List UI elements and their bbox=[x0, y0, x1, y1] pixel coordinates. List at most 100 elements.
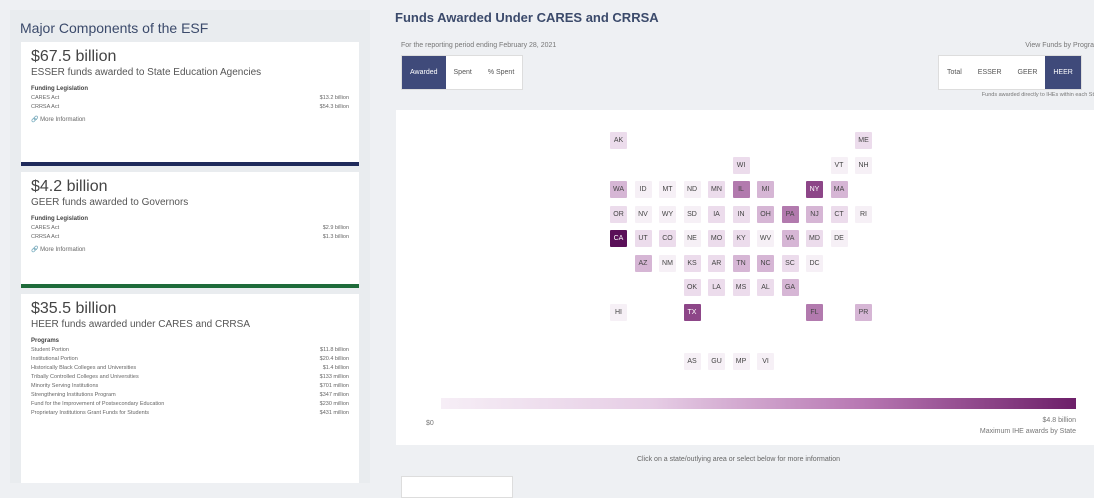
state-tile-mi[interactable]: MI bbox=[757, 181, 774, 198]
state-tile-gu[interactable]: GU bbox=[708, 352, 725, 370]
state-tile-al[interactable]: AL bbox=[757, 279, 774, 296]
fund-amount: $35.5 billion bbox=[31, 300, 117, 317]
tab-esser[interactable]: ESSER bbox=[970, 56, 1010, 89]
funding-value: $230 million bbox=[319, 401, 349, 407]
tab-spent[interactable]: % Spent bbox=[480, 56, 522, 89]
state-tile-fl[interactable]: FL bbox=[806, 303, 823, 321]
state-tile-wi[interactable]: WI bbox=[732, 156, 750, 174]
state-tile-mp[interactable]: MP bbox=[732, 352, 750, 370]
state-tile-vi[interactable]: VI bbox=[757, 352, 774, 370]
state-tile-tx[interactable]: TX bbox=[683, 303, 701, 321]
state-tile-ak[interactable]: AK bbox=[610, 132, 627, 149]
state-tile-nm[interactable]: NM bbox=[659, 254, 676, 272]
tab-heer[interactable]: HEER bbox=[1045, 56, 1081, 89]
more-info-link[interactable]: 🔗 More Information bbox=[31, 246, 349, 253]
section-heading: Programs bbox=[31, 338, 60, 344]
state-tile-tn[interactable]: TN bbox=[732, 254, 750, 272]
state-select[interactable] bbox=[401, 476, 513, 498]
funding-value: $1.4 billion bbox=[322, 365, 349, 371]
legend-gradient bbox=[441, 398, 1076, 409]
funding-value: $701 million bbox=[319, 383, 349, 389]
state-tile-il[interactable]: IL bbox=[732, 181, 750, 198]
map-instruction: Click on a state/outlying area or select… bbox=[636, 456, 841, 463]
state-tile-ny[interactable]: NY bbox=[806, 181, 823, 198]
components-panel: Major Components of the ESF $67.5 billio… bbox=[10, 10, 370, 483]
tab-geer[interactable]: GEER bbox=[1010, 56, 1046, 89]
state-tile-nd[interactable]: ND bbox=[683, 181, 701, 198]
fund-description: GEER funds awarded to Governors bbox=[31, 197, 189, 208]
measure-toggle: Awarded Spent% Spent bbox=[401, 55, 524, 90]
funding-value: $20.4 billion bbox=[319, 356, 349, 362]
funding-label: CRRSA Act bbox=[31, 234, 60, 240]
state-tile-ia[interactable]: IA bbox=[708, 205, 725, 223]
tab-awarded[interactable]: Awarded bbox=[402, 56, 446, 89]
state-tile-wy[interactable]: WY bbox=[659, 205, 676, 223]
state-tile-ms[interactable]: MS bbox=[732, 279, 750, 296]
state-tile-wv[interactable]: WV bbox=[757, 230, 774, 247]
state-tile-ky[interactable]: KY bbox=[732, 230, 750, 247]
state-tile-oh[interactable]: OH bbox=[757, 205, 774, 223]
state-tile-pa[interactable]: PA bbox=[781, 205, 799, 223]
more-info-link[interactable]: 🔗 More Information bbox=[31, 116, 349, 123]
funding-row: CARES Act $13.2 billion bbox=[31, 94, 349, 103]
state-tile-in[interactable]: IN bbox=[732, 205, 750, 223]
funding-label: Institutional Portion bbox=[31, 356, 78, 362]
view-by-link[interactable]: View Funds by Progra bbox=[1025, 42, 1094, 49]
panel-title: Major Components of the ESF bbox=[20, 20, 209, 36]
state-tile-id[interactable]: ID bbox=[634, 181, 652, 198]
state-tile-sc[interactable]: SC bbox=[781, 254, 799, 272]
state-tile-ma[interactable]: MA bbox=[830, 181, 848, 198]
state-tile-mt[interactable]: MT bbox=[659, 181, 676, 198]
funding-row: Minority Serving Institutions $701 millio… bbox=[31, 382, 349, 391]
more-info-label: More Information bbox=[40, 247, 86, 253]
funding-value: $431 million bbox=[319, 410, 349, 416]
legend-caption: Maximum IHE awards by State bbox=[979, 428, 1076, 435]
funding-row: Strengthening Institutions Program $347 m… bbox=[31, 391, 349, 400]
state-tile-ut[interactable]: UT bbox=[634, 230, 652, 247]
fund-card: $4.2 billion GEER funds awarded to Govern… bbox=[21, 172, 359, 288]
state-tile-de[interactable]: DE bbox=[830, 230, 848, 247]
state-tile-nv[interactable]: NV bbox=[634, 205, 652, 223]
funding-row: CRRSA Act $1.3 billion bbox=[31, 233, 349, 242]
tab-total[interactable]: Total bbox=[939, 56, 970, 89]
state-tile-ca[interactable]: CA bbox=[610, 230, 627, 247]
state-tile-wa[interactable]: WA bbox=[610, 181, 627, 198]
state-tile-ok[interactable]: OK bbox=[683, 279, 701, 296]
state-tile-dc[interactable]: DC bbox=[806, 254, 823, 272]
state-tile-me[interactable]: ME bbox=[855, 132, 872, 149]
state-tile-co[interactable]: CO bbox=[659, 230, 676, 247]
state-tile-ct[interactable]: CT bbox=[830, 205, 848, 223]
state-tile-ri[interactable]: RI bbox=[855, 205, 872, 223]
state-tile-va[interactable]: VA bbox=[781, 230, 799, 247]
funding-row: CRRSA Act $54.3 billion bbox=[31, 103, 349, 112]
funding-value: $13.2 billion bbox=[319, 95, 349, 101]
state-tile-ne[interactable]: NE bbox=[683, 230, 701, 247]
card-accent-bar bbox=[21, 162, 359, 166]
state-tile-ga[interactable]: GA bbox=[781, 279, 799, 296]
funding-value: $11.8 billion bbox=[320, 347, 349, 353]
state-tile-la[interactable]: LA bbox=[708, 279, 725, 296]
more-info-label: More Information bbox=[40, 117, 86, 123]
state-tile-mn[interactable]: MN bbox=[708, 181, 725, 198]
state-tile-nj[interactable]: NJ bbox=[806, 205, 823, 223]
funding-label: Strengthening Institutions Program bbox=[31, 392, 116, 398]
state-tile-sd[interactable]: SD bbox=[683, 205, 701, 223]
funding-label: CARES Act bbox=[31, 225, 60, 231]
state-tile-ks[interactable]: KS bbox=[683, 254, 701, 272]
state-tile-nh[interactable]: NH bbox=[855, 156, 872, 174]
state-tile-az[interactable]: AZ bbox=[634, 254, 652, 272]
funding-row: Historically Black Colleges and Universi… bbox=[31, 364, 349, 373]
state-tile-as[interactable]: AS bbox=[683, 352, 701, 370]
funding-value: $347 million bbox=[319, 392, 349, 398]
state-tile-hi[interactable]: HI bbox=[610, 303, 627, 321]
fund-card: $67.5 billion ESSER funds awarded to Stat… bbox=[21, 42, 359, 166]
state-tile-md[interactable]: MD bbox=[806, 230, 823, 247]
state-tile-or[interactable]: OR bbox=[610, 205, 627, 223]
funding-value: $133 million bbox=[319, 374, 349, 380]
tab-spent[interactable]: Spent bbox=[446, 56, 480, 89]
state-tile-mo[interactable]: MO bbox=[708, 230, 725, 247]
state-tile-pr[interactable]: PR bbox=[855, 303, 872, 321]
state-tile-vt[interactable]: VT bbox=[830, 156, 848, 174]
state-tile-ar[interactable]: AR bbox=[708, 254, 725, 272]
state-tile-nc[interactable]: NC bbox=[757, 254, 774, 272]
